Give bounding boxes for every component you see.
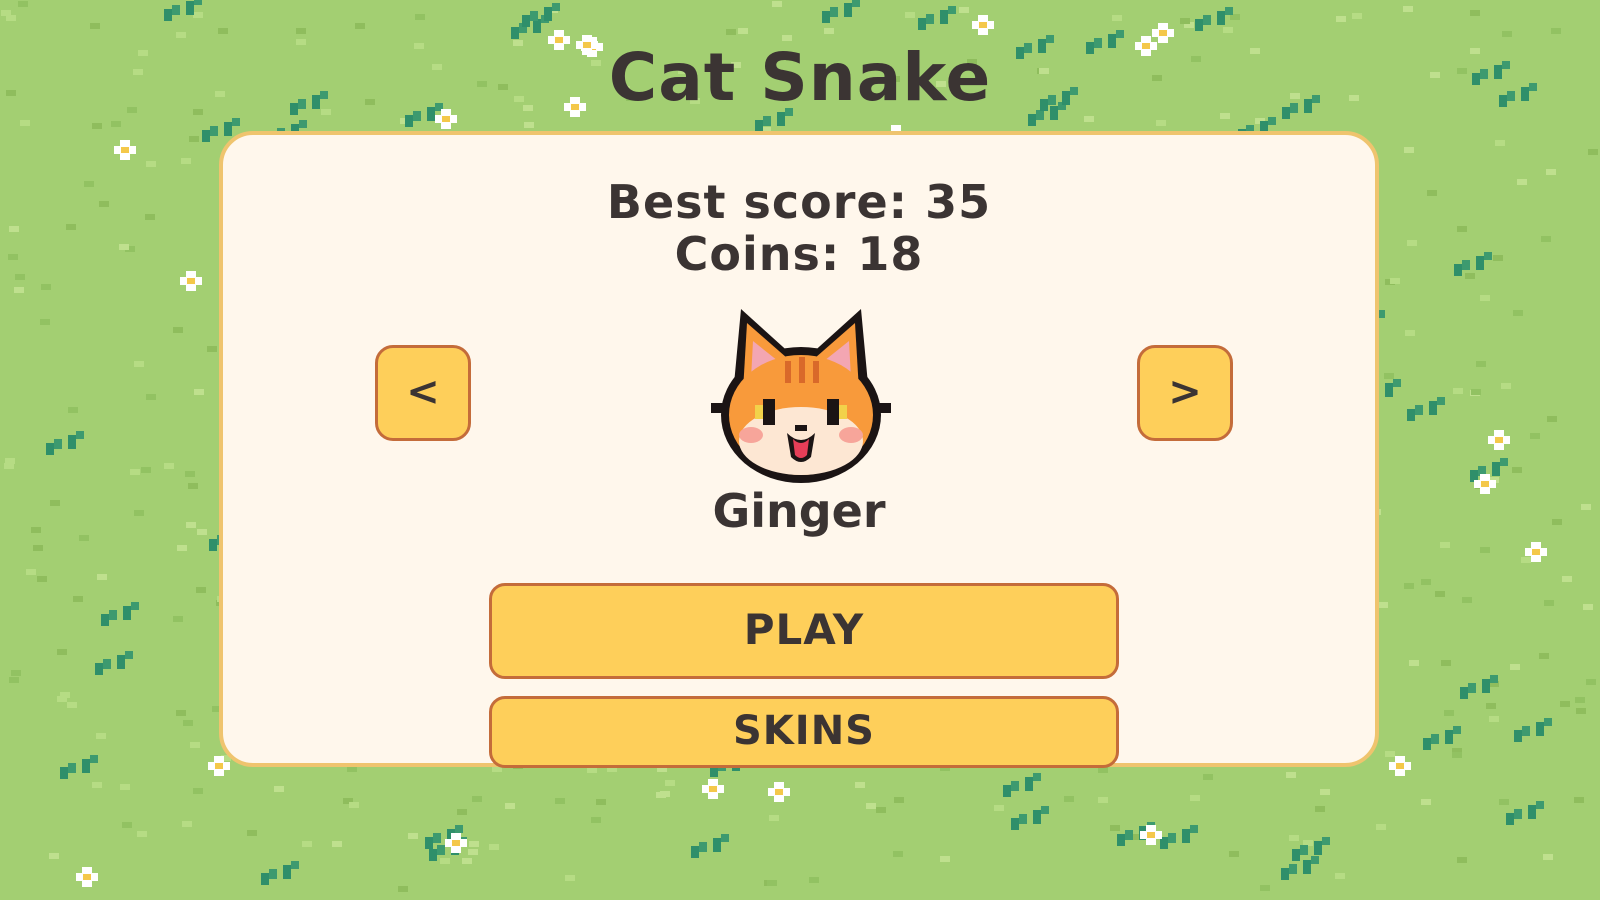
next-skin-button[interactable]: > (1137, 345, 1233, 441)
best-score-label: Best score: 35 (606, 175, 992, 229)
skin-name-label: Ginger (712, 484, 886, 538)
coins-label: Coins: 18 (674, 227, 924, 281)
main-menu-panel: Best score: 35 Coins: 18 < > Ginger PLAY… (219, 131, 1379, 768)
game-title: Cat Snake (608, 39, 992, 116)
prev-skin-button[interactable]: < (375, 345, 471, 441)
cat-skin-icon (711, 309, 891, 483)
skins-button[interactable]: SKINS (489, 696, 1119, 768)
play-button[interactable]: PLAY (489, 583, 1119, 679)
